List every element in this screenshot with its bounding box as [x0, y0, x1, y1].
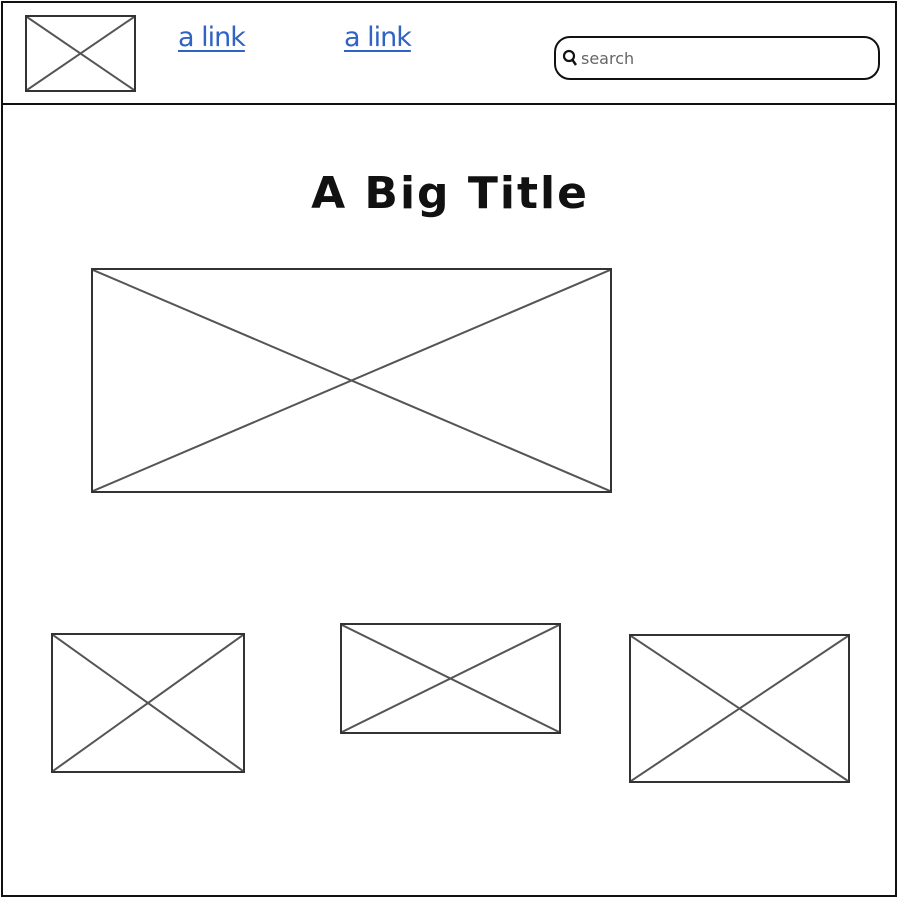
hero-image-placeholder[interactable] [91, 268, 612, 493]
wireframe-page: a link a link A Big Title [0, 0, 900, 900]
thumbnail-image-placeholder-1[interactable] [51, 633, 245, 773]
thumbnail-image-placeholder-2[interactable] [340, 623, 561, 734]
image-placeholder-icon [27, 17, 134, 90]
search-box[interactable] [554, 36, 880, 80]
image-placeholder-icon [93, 270, 610, 491]
thumbnail-image-placeholder-3[interactable] [629, 634, 850, 783]
header-divider [1, 103, 897, 105]
image-placeholder-icon [342, 625, 559, 732]
nav-link-1[interactable]: a link [178, 22, 246, 53]
search-icon [562, 49, 578, 67]
page-title: A Big Title [311, 168, 589, 219]
logo-image-placeholder[interactable] [25, 15, 136, 92]
image-placeholder-icon [53, 635, 243, 771]
search-input[interactable] [581, 48, 861, 68]
nav-link-2[interactable]: a link [344, 22, 412, 53]
image-placeholder-icon [631, 636, 848, 781]
